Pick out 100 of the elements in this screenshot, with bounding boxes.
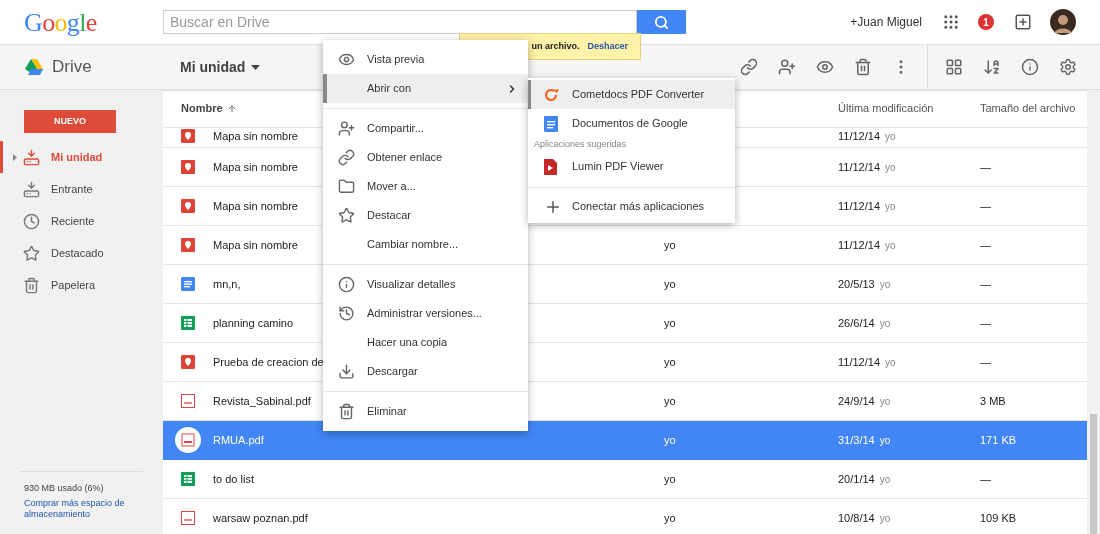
file-name: Revista_Sabinal.pdf bbox=[213, 393, 311, 409]
modified-by: yo bbox=[879, 316, 891, 331]
pdf-file-icon bbox=[175, 427, 201, 453]
modified-by: yo bbox=[879, 511, 891, 526]
user-link[interactable]: +Juan Miguel bbox=[850, 13, 922, 31]
owner: yo bbox=[664, 511, 676, 524]
menu-item[interactable]: Cometdocs PDF Converter bbox=[528, 80, 735, 109]
new-button[interactable]: NUEVO bbox=[24, 110, 116, 133]
menu-item[interactable]: Mover a... bbox=[323, 172, 528, 201]
file-name: planning camino bbox=[213, 315, 294, 331]
menu-item[interactable]: Obtener enlace bbox=[323, 143, 528, 172]
add-person-icon[interactable] bbox=[778, 58, 796, 76]
column-header[interactable]: Nombre bbox=[181, 100, 223, 117]
owner: yo bbox=[664, 238, 676, 251]
drive-icon bbox=[23, 148, 40, 166]
map-file-icon bbox=[181, 355, 195, 369]
menu-item[interactable]: Abrir con bbox=[323, 74, 528, 103]
file-size: 109 KB bbox=[980, 510, 1017, 526]
trash-icon bbox=[338, 403, 355, 420]
section-heading: Aplicaciones sugeridas bbox=[534, 138, 627, 152]
sidebar-item[interactable]: Reciente bbox=[0, 205, 163, 237]
modified-date: 11/12/14 bbox=[838, 198, 880, 214]
modified-date: 11/12/14 bbox=[838, 354, 880, 370]
drive-logo-icon bbox=[25, 59, 43, 75]
menu-item[interactable]: Conectar más aplicaciones bbox=[528, 192, 735, 221]
menu-item[interactable]: Documentos de Google bbox=[528, 109, 735, 138]
notification-badge[interactable]: 1 bbox=[978, 14, 994, 30]
info-icon bbox=[338, 276, 355, 293]
modified-by: yo bbox=[885, 129, 896, 144]
column-header[interactable]: Tamaño del archivo bbox=[980, 100, 1076, 117]
file-size: — bbox=[980, 471, 991, 487]
menu-item[interactable]: Vista previa bbox=[323, 45, 528, 74]
file-size: — bbox=[980, 276, 991, 292]
clock-icon bbox=[23, 212, 40, 230]
file-size: — bbox=[980, 315, 991, 331]
file-size: 171 KB bbox=[980, 432, 1017, 448]
modified-by: yo bbox=[885, 238, 896, 253]
undo-link[interactable]: Deshacer bbox=[587, 39, 628, 54]
pdf-file-icon bbox=[181, 394, 195, 408]
file-name: Mapa sin nombre bbox=[213, 128, 298, 144]
folder-icon bbox=[338, 178, 355, 195]
search-icon bbox=[654, 14, 669, 30]
trash-icon[interactable] bbox=[854, 58, 872, 76]
expand-arrow-icon bbox=[13, 153, 17, 161]
avatar[interactable] bbox=[1050, 9, 1076, 35]
map-file-icon bbox=[181, 160, 195, 174]
file-name: Mapa sin nombre bbox=[213, 198, 298, 214]
owner: yo bbox=[664, 355, 676, 368]
modified-date: 10/8/14 bbox=[838, 510, 875, 526]
modified-by: yo bbox=[879, 433, 891, 448]
sidebar-item[interactable]: Destacado bbox=[0, 237, 163, 269]
info-icon[interactable] bbox=[1021, 58, 1039, 76]
grid-view-icon[interactable] bbox=[945, 58, 963, 76]
star-icon bbox=[338, 207, 355, 224]
eye-icon[interactable] bbox=[816, 58, 834, 76]
link-icon[interactable] bbox=[740, 58, 758, 76]
file-size: — bbox=[980, 198, 991, 214]
modified-by: yo bbox=[879, 472, 891, 487]
menu-item[interactable]: Compartir... bbox=[323, 114, 528, 143]
trash-icon bbox=[23, 276, 40, 294]
sort-arrow-icon bbox=[226, 103, 237, 114]
menu-item[interactable]: Lumin PDF Viewer bbox=[528, 152, 735, 181]
file-row[interactable]: to do list yo 20/1/14 yo — bbox=[163, 460, 1087, 499]
file-row[interactable]: RMUA.pdf yo 31/3/14 yo 171 KB bbox=[163, 421, 1087, 460]
file-size: 3 MB bbox=[980, 393, 1006, 409]
pdf-icon bbox=[544, 158, 557, 175]
file-name: warsaw poznan.pdf bbox=[213, 510, 308, 526]
storage-link[interactable]: Comprar más espacio de almacenamiento bbox=[0, 498, 163, 520]
search-button[interactable] bbox=[637, 10, 686, 34]
owner: yo bbox=[664, 394, 676, 407]
search-field[interactable]: Buscar en Drive bbox=[163, 10, 637, 34]
file-name: mn,n, bbox=[213, 276, 241, 292]
download-icon bbox=[338, 363, 355, 380]
settings-icon[interactable] bbox=[1059, 58, 1077, 76]
link-icon bbox=[338, 149, 355, 166]
sort-icon[interactable] bbox=[983, 58, 1001, 76]
star-icon bbox=[23, 244, 40, 262]
file-size: — bbox=[980, 354, 991, 370]
file-size: — bbox=[980, 237, 991, 253]
sidebar-item[interactable]: Entrante bbox=[0, 173, 163, 205]
file-name: Mapa sin nombre bbox=[213, 237, 298, 253]
modified-by: yo bbox=[879, 394, 891, 409]
apps-icon[interactable] bbox=[942, 13, 960, 31]
file-size: — bbox=[980, 159, 991, 175]
menu-item[interactable]: Visualizar detalles bbox=[323, 270, 528, 299]
column-header[interactable]: Última modificación bbox=[838, 100, 934, 117]
modified-date: 11/12/14 bbox=[838, 128, 880, 144]
modified-date: 20/1/14 bbox=[838, 471, 875, 487]
modified-date: 11/12/14 bbox=[838, 159, 880, 175]
modified-by: yo bbox=[885, 160, 896, 175]
location-dropdown[interactable]: Mi unidad bbox=[180, 56, 261, 78]
cometdocs-icon bbox=[544, 86, 560, 103]
toast-message: un archivo. bbox=[531, 39, 580, 53]
owner: yo bbox=[664, 277, 676, 290]
menu-item[interactable]: Cambiar nombre... bbox=[323, 230, 528, 259]
sidebar-item[interactable]: Mi unidad bbox=[0, 141, 163, 173]
modified-date: 26/6/14 bbox=[838, 315, 875, 331]
modified-by: yo bbox=[885, 199, 896, 214]
inbox-icon bbox=[23, 180, 40, 198]
sidebar-item[interactable]: Papelera bbox=[0, 269, 163, 301]
